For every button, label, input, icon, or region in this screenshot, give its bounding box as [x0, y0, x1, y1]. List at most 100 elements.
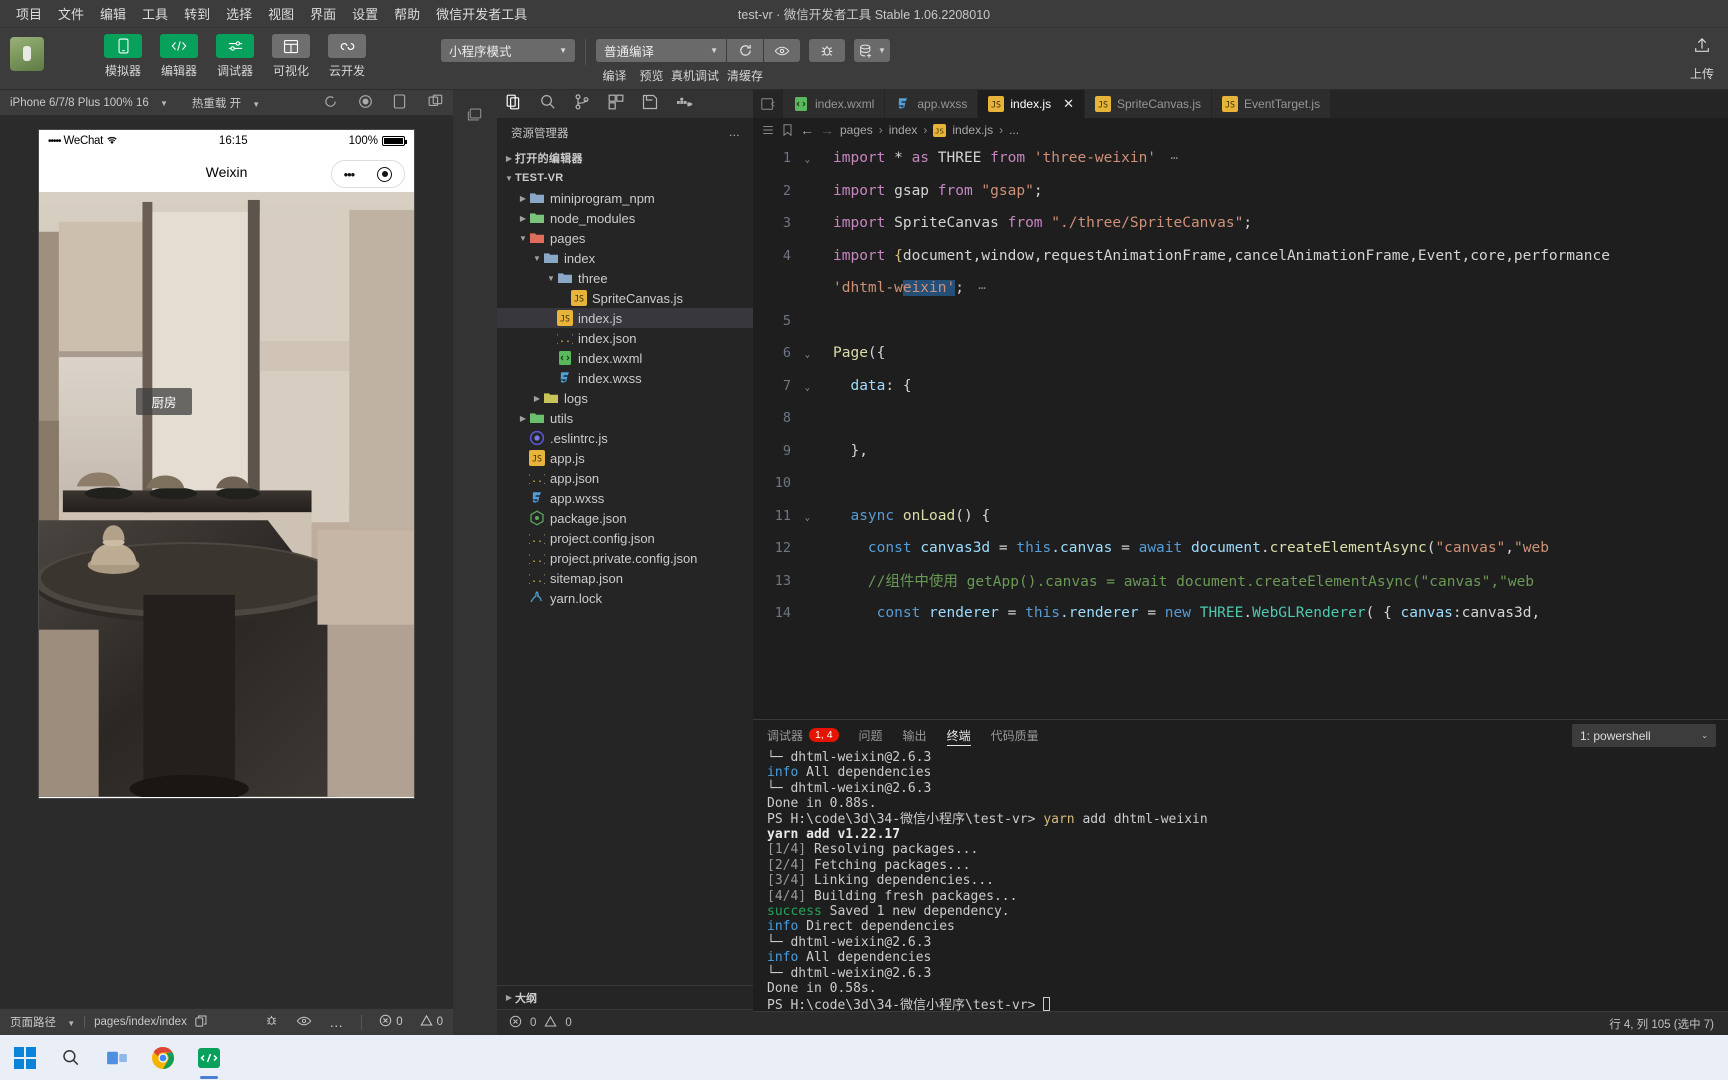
- panel-tab-代码质量[interactable]: 代码质量: [991, 720, 1039, 750]
- code-line[interactable]: 14 const renderer = this.renderer = new …: [753, 597, 1728, 630]
- eye-icon[interactable]: [296, 1013, 312, 1032]
- preview-button[interactable]: [764, 39, 800, 62]
- code-line[interactable]: 3 import SpriteCanvas from "./three/Sprit…: [753, 207, 1728, 240]
- panel-tab-调试器[interactable]: 调试器 1, 4: [767, 720, 839, 750]
- tree-item-logs[interactable]: ▶ logs: [497, 388, 753, 408]
- tree-item-miniprogram_npm[interactable]: ▶ miniprogram_npm: [497, 188, 753, 208]
- tree-item-pages[interactable]: ▼ pages: [497, 228, 753, 248]
- code-line[interactable]: 11 ⌄ async onLoad() {: [753, 500, 1728, 533]
- tree-item-utils[interactable]: ▶ utils: [497, 408, 753, 428]
- device-select[interactable]: iPhone 6/7/8 Plus 100% 16 ▼: [10, 97, 168, 109]
- save-icon[interactable]: [641, 93, 659, 116]
- code-line[interactable]: 7 ⌄ data: {: [753, 370, 1728, 403]
- cursor-position[interactable]: 行 4, 列 105 (选中 7): [1609, 1016, 1714, 1032]
- remote-debug-button[interactable]: [809, 39, 845, 62]
- menu-item-7[interactable]: 界面: [302, 1, 344, 26]
- breadcrumb-item-pages[interactable]: pages: [840, 123, 873, 137]
- fold-chevron-icon[interactable]: ⌄: [805, 383, 810, 393]
- tree-item-three[interactable]: ▼ three: [497, 268, 753, 288]
- menu-item-4[interactable]: 转到: [176, 1, 218, 26]
- clear-cache-button[interactable]: ▼: [854, 39, 890, 62]
- arrow-left-icon[interactable]: ←: [800, 122, 814, 138]
- toolbar-button-3[interactable]: 可视化: [267, 34, 315, 79]
- target-icon[interactable]: [377, 166, 393, 182]
- record-icon[interactable]: [358, 94, 375, 111]
- breadcrumb-item-more[interactable]: ...: [1009, 123, 1019, 137]
- ellipsis-icon[interactable]: …: [729, 127, 742, 139]
- terminal-output[interactable]: └─ dhtml-weixin@2.6.3 info All dependenci…: [753, 750, 1728, 1011]
- arrow-right-icon[interactable]: →: [820, 122, 834, 138]
- chrome-icon[interactable]: [148, 1043, 178, 1073]
- tree-item-index[interactable]: ▼ index: [497, 248, 753, 268]
- compile-button[interactable]: [727, 39, 763, 62]
- source-control-icon[interactable]: [573, 93, 591, 116]
- fold-chevron-icon[interactable]: ⌄: [805, 513, 810, 523]
- toolbar-button-4[interactable]: 云开发: [323, 34, 371, 79]
- extensions-icon[interactable]: [607, 93, 625, 116]
- toolbar-button-0[interactable]: 模拟器: [99, 34, 147, 79]
- menu-item-1[interactable]: 文件: [50, 1, 92, 26]
- code-line[interactable]: 6 ⌄ Page({: [753, 337, 1728, 370]
- editor-tab-index.wxml[interactable]: index.wxml: [783, 90, 886, 118]
- panel-tab-输出[interactable]: 输出: [903, 720, 927, 750]
- tree-item-sitemap.json[interactable]: {..} sitemap.json: [497, 568, 753, 588]
- menu-item-5[interactable]: 选择: [218, 1, 260, 26]
- code-line[interactable]: 1 ⌄ import * as THREE from 'three-weixin' …: [753, 142, 1728, 175]
- fold-chevron-icon[interactable]: ⌄: [805, 350, 810, 360]
- code-line[interactable]: 13 //组件中使用 getApp().canvas = await docum…: [753, 565, 1728, 598]
- phone-content[interactable]: 厨房: [39, 192, 414, 798]
- tree-item-index.wxml[interactable]: index.wxml: [497, 348, 753, 368]
- bug-icon[interactable]: [264, 1013, 279, 1031]
- open-editors-row[interactable]: ▶ 打开的编辑器: [497, 148, 753, 168]
- menu-item-6[interactable]: 视图: [260, 1, 302, 26]
- explorer-icon[interactable]: [505, 93, 523, 116]
- menu-item-8[interactable]: 设置: [344, 1, 386, 26]
- breadcrumb-item-index[interactable]: index: [889, 123, 918, 137]
- code-line[interactable]: 2 import gsap from "gsap";: [753, 175, 1728, 208]
- close-icon[interactable]: ✕: [1063, 96, 1074, 112]
- task-view-icon[interactable]: [102, 1043, 132, 1073]
- tree-item-app.js[interactable]: JS app.js: [497, 448, 753, 468]
- window-split-icon[interactable]: [453, 96, 497, 132]
- tree-item-yarn.lock[interactable]: yarn.lock: [497, 588, 753, 608]
- code-line[interactable]: 10: [753, 467, 1728, 500]
- breadcrumb-item-file[interactable]: index.js: [952, 123, 993, 137]
- compile-select[interactable]: 普通编译 ▼: [596, 39, 726, 62]
- refresh-icon[interactable]: [323, 94, 340, 111]
- menu-item-2[interactable]: 编辑: [92, 1, 134, 26]
- editor-tab-app.wxss[interactable]: app.wxss: [885, 90, 979, 118]
- tree-item-index.wxss[interactable]: index.wxss: [497, 368, 753, 388]
- tree-item-project.config.json[interactable]: {..} project.config.json: [497, 528, 753, 548]
- editor-tab-index.js[interactable]: JS index.js ✕: [978, 90, 1085, 118]
- menu-item-3[interactable]: 工具: [134, 1, 176, 26]
- terminal-select[interactable]: 1: powershell ⌄: [1572, 724, 1716, 747]
- search-icon[interactable]: [539, 93, 557, 116]
- bookmark-icon[interactable]: [781, 123, 794, 137]
- editor-layout-icon[interactable]: [753, 90, 783, 118]
- copy-icon[interactable]: [195, 1015, 207, 1030]
- panel-tab-问题[interactable]: 问题: [859, 720, 883, 750]
- tree-item-project.private.config.json[interactable]: {..} project.private.config.json: [497, 548, 753, 568]
- code-line[interactable]: 12 const canvas3d = this.canvas = await …: [753, 532, 1728, 565]
- mode-select[interactable]: 小程序模式 ▼: [441, 39, 575, 62]
- tree-item-app.json[interactable]: {..} app.json: [497, 468, 753, 488]
- wechat-devtools-icon[interactable]: [194, 1043, 224, 1079]
- hot-reload-select[interactable]: 热重载 开 ▼: [192, 95, 260, 111]
- detach-window-icon[interactable]: [428, 94, 445, 111]
- more-dots-icon[interactable]: •••: [344, 167, 356, 182]
- upload-button[interactable]: 上传: [1690, 36, 1714, 82]
- tree-item-app.wxss[interactable]: app.wxss: [497, 488, 753, 508]
- menu-icon[interactable]: [761, 123, 775, 137]
- menu-item-10[interactable]: 微信开发者工具: [428, 1, 535, 26]
- editor-tab-EventTarget.js[interactable]: JS EventTarget.js: [1212, 90, 1332, 118]
- user-avatar[interactable]: [10, 37, 44, 71]
- toolbar-button-1[interactable]: 编辑器: [155, 34, 203, 79]
- menu-item-0[interactable]: 项目: [8, 1, 50, 26]
- code-line[interactable]: 'dhtml-weixin'; ⋯: [753, 272, 1728, 305]
- error-count[interactable]: 0: [379, 1014, 403, 1030]
- code-editor[interactable]: 1 ⌄ import * as THREE from 'three-weixin' …: [753, 142, 1728, 719]
- project-root-row[interactable]: ▼ TEST-VR: [497, 168, 753, 188]
- more-icon[interactable]: …: [329, 1014, 344, 1030]
- code-line[interactable]: 8: [753, 402, 1728, 435]
- outline-section[interactable]: ▶ 大纲: [497, 985, 753, 1009]
